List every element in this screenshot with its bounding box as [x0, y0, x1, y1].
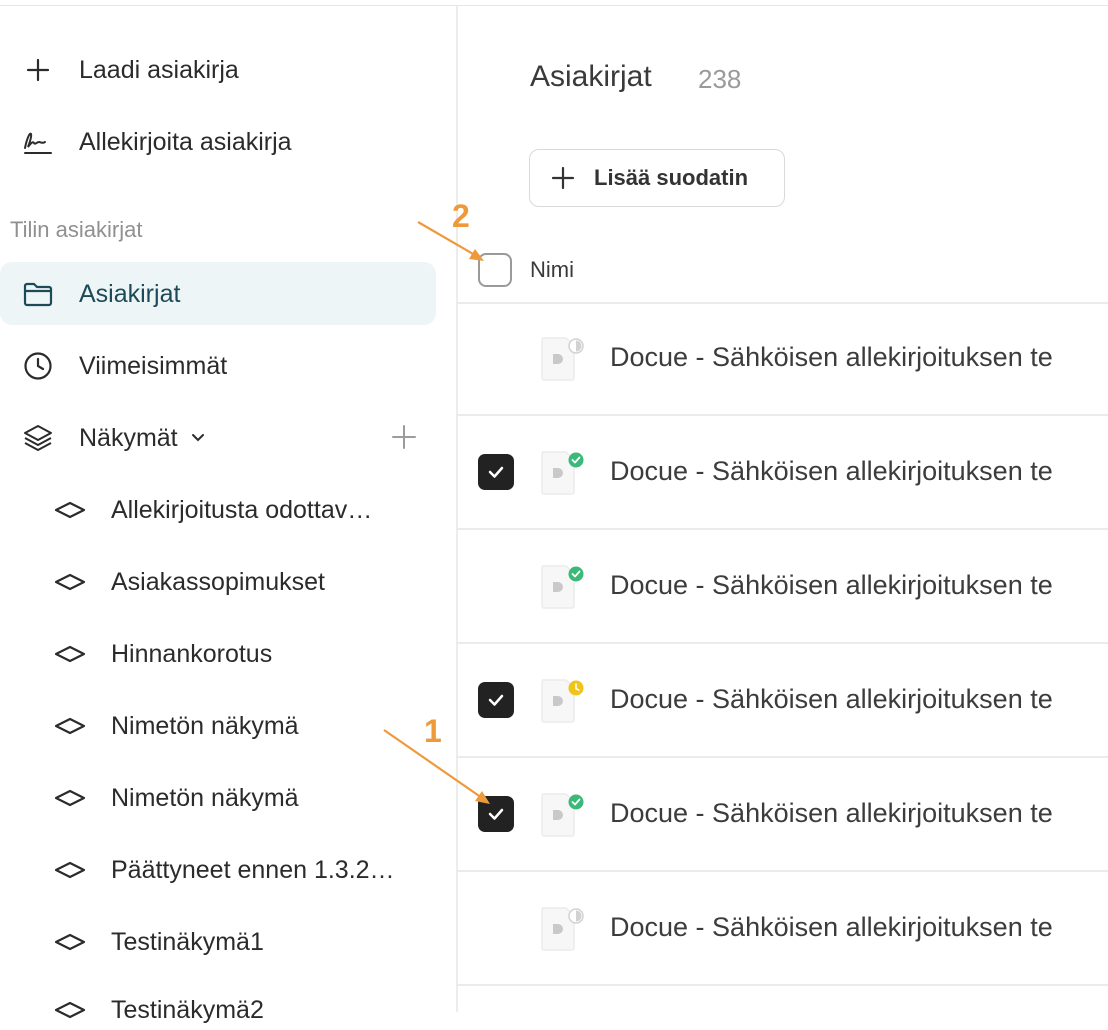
plus-icon — [22, 54, 54, 86]
page-title: Asiakirjat — [530, 60, 652, 93]
view-item-label: Nimetön näkymä — [111, 783, 299, 812]
document-icon — [541, 337, 584, 381]
document-icon — [541, 793, 584, 837]
view-item[interactable]: Päättyneet ennen 1.3.2… — [54, 850, 395, 890]
sidebar-divider — [456, 5, 458, 1012]
view-diamond-icon — [54, 716, 86, 736]
view-diamond-icon — [54, 932, 86, 952]
view-diamond-icon — [54, 500, 86, 520]
document-name[interactable]: Docue - Sähköisen allekirjoituksen te — [610, 798, 1053, 829]
checkmark-icon — [488, 694, 504, 706]
sidebar-item-recent[interactable]: Viimeisimmät — [22, 346, 227, 386]
sidebar-item-views-label: Näkymät — [79, 423, 178, 452]
annotation-label-1: 1 — [424, 713, 442, 749]
view-diamond-icon — [54, 788, 86, 808]
row-divider — [458, 302, 1108, 304]
status-signed-icon — [568, 794, 584, 810]
document-name[interactable]: Docue - Sähköisen allekirjoituksen te — [610, 570, 1053, 601]
view-diamond-icon — [54, 644, 86, 664]
checkmark-icon — [488, 808, 504, 820]
view-diamond-icon — [54, 1000, 86, 1020]
status-signed-icon — [568, 452, 584, 468]
view-item-label: Allekirjoitusta odottav… — [111, 495, 373, 524]
create-document-label: Laadi asiakirja — [79, 55, 239, 84]
section-label: Tilin asiakirjat — [10, 217, 143, 242]
view-item-label: Asiakassopimukset — [111, 567, 325, 596]
document-name[interactable]: Docue - Sähköisen allekirjoituksen te — [610, 684, 1053, 715]
add-filter-button[interactable]: Lisää suodatin — [529, 149, 785, 207]
document-icon — [541, 565, 584, 609]
plus-icon — [550, 165, 576, 191]
document-name[interactable]: Docue - Sähköisen allekirjoituksen te — [610, 912, 1053, 943]
sidebar-item-documents-label: Asiakirjat — [79, 279, 181, 308]
document-icon — [541, 679, 584, 723]
document-count: 238 — [698, 64, 742, 94]
sidebar: Laadi asiakirja Allekirjoita asiakirja T… — [0, 0, 457, 1024]
folder-icon — [22, 278, 54, 310]
add-view-button[interactable] — [390, 423, 418, 451]
checkmark-icon — [488, 466, 504, 478]
view-item[interactable]: Testinäkymä1 — [54, 922, 264, 962]
status-signed-icon — [568, 566, 584, 582]
view-item[interactable]: Nimetön näkymä — [54, 706, 299, 746]
document-name[interactable]: Docue - Sähköisen allekirjoituksen te — [610, 342, 1053, 373]
view-item[interactable]: Allekirjoitusta odottav… — [54, 490, 372, 530]
sidebar-item-recent-label: Viimeisimmät — [79, 351, 228, 380]
view-item-label: Hinnankorotus — [111, 639, 273, 668]
view-item[interactable]: Testinäkymä2 — [54, 990, 264, 1030]
document-name[interactable]: Docue - Sähköisen allekirjoituksen te — [610, 456, 1053, 487]
clock-icon — [22, 350, 54, 382]
row-divider — [458, 756, 1108, 758]
row-divider — [458, 870, 1108, 872]
plus-icon — [392, 425, 416, 449]
document-icon — [541, 907, 584, 951]
row-checkbox-checked[interactable] — [478, 682, 514, 718]
row-checkbox-checked[interactable] — [478, 454, 514, 490]
signature-icon — [22, 126, 54, 158]
row-divider — [458, 528, 1108, 530]
column-header-name[interactable]: Nimi — [530, 257, 574, 283]
add-filter-label: Lisää suodatin — [594, 165, 749, 190]
row-divider — [458, 984, 1108, 986]
view-item[interactable]: Nimetön näkymä — [54, 778, 299, 818]
sidebar-item-views[interactable]: Näkymät — [22, 418, 206, 458]
view-item-label: Testinäkymä2 — [111, 995, 264, 1024]
chevron-down-icon[interactable] — [190, 432, 206, 444]
annotation-label-2: 2 — [452, 198, 470, 234]
view-item-label: Testinäkymä1 — [111, 927, 264, 956]
view-item-label: Päättyneet ennen 1.3.2… — [111, 855, 395, 884]
row-divider — [458, 642, 1108, 644]
view-item-label: Nimetön näkymä — [111, 711, 299, 740]
view-item[interactable]: Asiakassopimukset — [54, 562, 325, 602]
sidebar-item-documents[interactable]: Asiakirjat — [22, 274, 180, 314]
sign-document-button[interactable]: Allekirjoita asiakirja — [22, 122, 292, 162]
view-diamond-icon — [54, 860, 86, 880]
layers-icon — [22, 422, 54, 454]
document-icon — [541, 451, 584, 495]
sign-document-label: Allekirjoita asiakirja — [79, 127, 292, 156]
select-all-checkbox[interactable] — [478, 253, 512, 287]
view-item[interactable]: Hinnankorotus — [54, 634, 272, 674]
row-divider — [458, 414, 1108, 416]
create-document-button[interactable]: Laadi asiakirja — [22, 50, 239, 90]
row-checkbox-checked[interactable] — [478, 796, 514, 832]
view-diamond-icon — [54, 572, 86, 592]
